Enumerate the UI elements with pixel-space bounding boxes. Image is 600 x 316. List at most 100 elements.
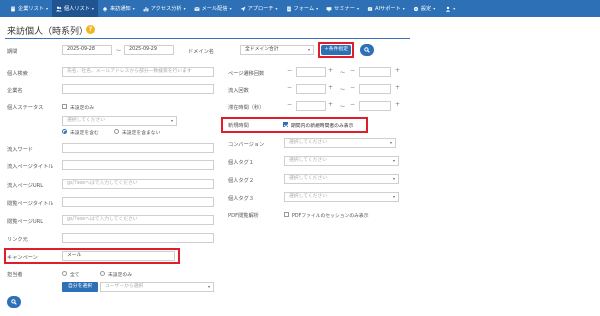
campaign-input[interactable]: メール <box>62 251 175 261</box>
nav-item-approach[interactable]: アプローチ ▾ <box>236 0 282 17</box>
status-unset-only-checkbox[interactable] <box>62 104 67 109</box>
stay-max-minus[interactable]: − <box>350 101 355 108</box>
person-tag3-select[interactable]: 選択してください ▾ <box>284 192 399 202</box>
radio-exclude-unset[interactable] <box>114 129 119 134</box>
radio-exclude-unset-label: 未設定を含まない <box>122 131 161 136</box>
chevron-down-icon: ▾ <box>183 6 186 11</box>
domain-label: ドメイン名 <box>188 49 214 55</box>
new-time-label: 新規時間 <box>228 123 249 129</box>
inflow-max-plus[interactable]: + <box>395 84 400 91</box>
pageviews-min-plus[interactable]: + <box>328 67 333 74</box>
range-separator: 〜 <box>116 49 121 54</box>
inflow-word-input[interactable] <box>62 143 214 153</box>
person-tag2-select[interactable]: 選択してください ▾ <box>284 174 399 184</box>
pageviews-min-minus[interactable]: − <box>287 67 292 74</box>
person-tag1-select[interactable]: 選択してください ▾ <box>284 156 399 166</box>
nav-item-settings[interactable]: 設定 ▾ <box>409 0 439 17</box>
inflow-min-input[interactable] <box>296 84 326 94</box>
chevron-down-icon: ▾ <box>207 284 210 289</box>
domain-select-text: 全ドメイン合計 <box>245 47 279 52</box>
chevron-down-icon: ▾ <box>45 6 48 11</box>
nav-item-person-list[interactable]: 個人リスト ▾ <box>51 0 98 17</box>
inflow-page-url-label: 流入ページURL <box>7 183 44 189</box>
date-from-input[interactable]: 2025-09-28 <box>62 45 112 55</box>
person-search-input[interactable]: 氏名、社名、メールアドレスから部分一致検索を行います <box>62 67 214 77</box>
pageviews-min-input[interactable] <box>296 67 326 77</box>
add-condition-button[interactable]: ＋条件指定 <box>321 45 351 55</box>
nav-label: 設定 <box>420 6 432 12</box>
stay-min-plus[interactable]: + <box>328 101 333 108</box>
stay-time-label: 滞在時間（秒） <box>228 105 265 111</box>
radio-owner-unset-only[interactable] <box>100 271 105 276</box>
company-name-input[interactable] <box>62 84 214 94</box>
inflow-min-minus[interactable]: − <box>287 84 292 91</box>
tag2-select-text: 選択してください <box>289 176 328 181</box>
page-transitions-label: ページ遷移回数 <box>228 71 265 77</box>
form-icon <box>286 6 291 11</box>
inflow-max-minus[interactable]: − <box>350 84 355 91</box>
chevron-down-icon: ▾ <box>316 6 319 11</box>
conversion-select[interactable]: 選択してください ▾ <box>284 138 396 148</box>
nav-label: 企業リスト <box>18 6 44 12</box>
link-source-input[interactable] <box>62 233 214 243</box>
stay-max-plus[interactable]: + <box>395 101 400 108</box>
chevron-down-icon: ▾ <box>392 176 395 181</box>
stay-min-minus[interactable]: − <box>287 101 292 108</box>
title-divider <box>5 38 410 39</box>
view-page-url-input[interactable]: gs/?seeへはで入力してください <box>62 215 214 225</box>
view-page-title-label: 閲覧ページタイトル <box>7 201 54 207</box>
chevron-down-icon: ▾ <box>170 118 173 123</box>
seminar-icon <box>326 6 332 11</box>
nav-item-mail-delivery[interactable]: メール配信 ▾ <box>190 0 236 17</box>
nav-item-visit-notice[interactable]: 来訪通知 ▾ <box>98 0 139 17</box>
range-separator: 〜 <box>340 71 345 76</box>
inflow-page-url-input[interactable]: gs/?seeへはで入力してください <box>62 179 214 189</box>
nav-label: フォーム <box>293 6 315 12</box>
inflow-max-input[interactable] <box>359 84 391 94</box>
stay-min-input[interactable] <box>296 101 326 111</box>
nav-label: アプローチ <box>247 6 274 12</box>
gear-icon <box>413 6 418 11</box>
nav-item-seminar[interactable]: セミナー ▾ <box>322 0 363 17</box>
view-page-url-label: 閲覧ページURL <box>7 219 44 225</box>
chevron-down-icon: ▾ <box>402 6 405 11</box>
radio-owner-unset-only-label: 未設定のみ <box>108 273 132 278</box>
tag1-select-text: 選択してください <box>289 158 328 163</box>
inflow-page-title-label: 流入ページタイトル <box>7 164 54 170</box>
help-icon[interactable]: ? <box>86 25 95 34</box>
inflow-word-label: 流入ワード <box>7 147 33 153</box>
domain-select[interactable]: 全ドメイン合計 ▾ <box>240 45 314 55</box>
search-button[interactable] <box>7 296 21 308</box>
pageviews-max-minus[interactable]: − <box>350 67 355 74</box>
search-button-top[interactable] <box>360 44 374 56</box>
person-search-label: 個人検索 <box>7 71 28 77</box>
select-myself-button[interactable]: 自分を選択 <box>62 282 98 292</box>
date-to-input[interactable]: 2025-09-29 <box>124 45 174 55</box>
nav-item-ai-support[interactable]: AIサポート ▾ <box>363 0 409 17</box>
building-icon <box>11 6 15 11</box>
chevron-down-icon: ▾ <box>91 6 94 11</box>
radio-owner-all[interactable] <box>62 271 67 276</box>
pdf-session-checkbox[interactable] <box>284 212 289 217</box>
inflow-min-plus[interactable]: + <box>328 84 333 91</box>
status-select[interactable]: 選択してください ▾ <box>62 116 177 126</box>
link-source-label: リンク元 <box>7 237 28 243</box>
pageviews-max-input[interactable] <box>359 67 391 77</box>
nav-item-access-analysis[interactable]: アクセス分析 ▾ <box>139 0 190 17</box>
period-label: 期間 <box>7 49 18 55</box>
pageviews-max-plus[interactable]: + <box>395 67 400 74</box>
nav-item-form[interactable]: フォーム ▾ <box>282 0 323 17</box>
page-title: 来訪個人（時系列） <box>7 27 89 37</box>
user-select[interactable]: ユーザーから選択 ▾ <box>100 282 214 292</box>
stay-max-input[interactable] <box>359 101 391 111</box>
mail-icon <box>194 6 200 11</box>
nav-user-menu[interactable]: ▾ <box>441 0 459 17</box>
pdf-session-checkbox-label: PDFファイルのセッションのみ表示 <box>292 214 369 219</box>
radio-include-unset[interactable] <box>62 129 67 134</box>
nav-item-company-list[interactable]: 企業リスト ▾ <box>6 0 52 17</box>
conversion-select-text: 選択してください <box>289 140 328 145</box>
view-page-title-input[interactable] <box>62 197 214 207</box>
new-time-checkbox[interactable] <box>283 122 288 127</box>
inflow-page-title-input[interactable] <box>62 160 214 170</box>
users-icon <box>55 6 62 11</box>
